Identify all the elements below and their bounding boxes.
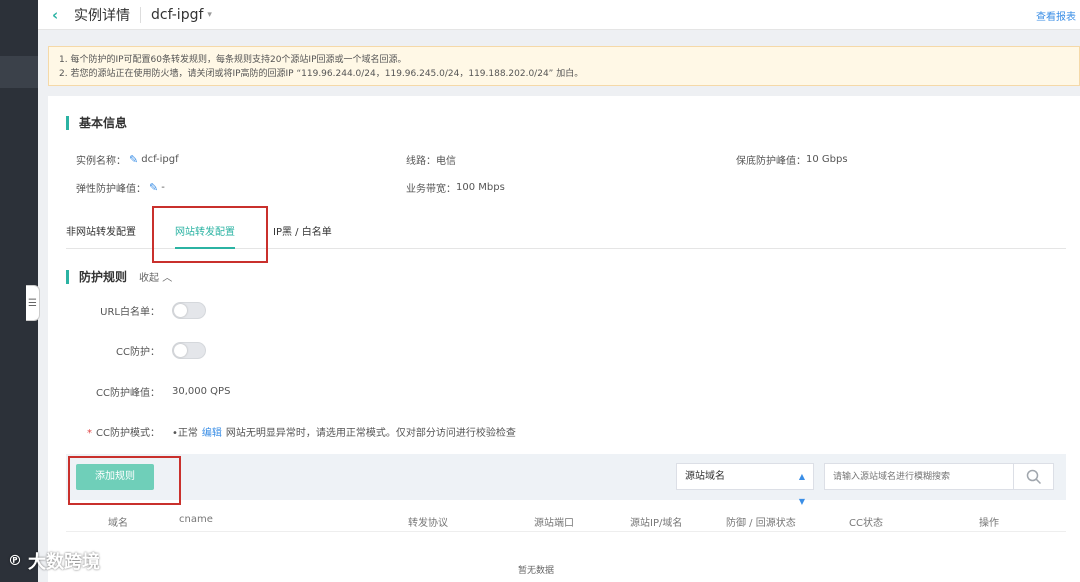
- bandwidth-label: 业务带宽：: [406, 184, 456, 195]
- notice-line-1: 1. 每个防护的IP可配置60条转发规则，每条规则支持20个源站IP回源或一个域…: [59, 55, 407, 65]
- edit-pencil-icon[interactable]: ✎: [129, 153, 138, 166]
- column-header-cc-status: CC状态: [849, 518, 883, 529]
- column-header-cname: cname: [179, 514, 213, 525]
- bandwidth-value: 100 Mbps: [456, 182, 505, 193]
- tab-non-website-forwarding[interactable]: 非网站转发配置: [66, 223, 136, 238]
- cc-mode-value: •正常: [172, 428, 198, 439]
- cc-protect-label: CC防护：: [116, 347, 160, 358]
- select-arrows-icon: ▲ ▼: [798, 472, 805, 506]
- column-header-protocol: 转发协议: [408, 518, 448, 529]
- column-header-defense-status: 防御 / 回源状态: [726, 518, 796, 529]
- search-icon: [1026, 469, 1041, 484]
- column-header-actions: 操作: [979, 518, 999, 529]
- cc-peak-value: 30,000 QPS: [172, 386, 231, 397]
- base-protect-value: 10 Gbps: [806, 154, 848, 165]
- sidebar-toggle-handle[interactable]: ☰: [26, 285, 40, 321]
- header-divider: [140, 6, 141, 23]
- page-title: 实例详情: [74, 7, 130, 24]
- notice-banner: 1. 每个防护的IP可配置60条转发规则，每条规则支持20个源站IP回源或一个域…: [48, 46, 1080, 86]
- column-header-domain: 域名: [108, 518, 128, 529]
- toggle-knob: [174, 304, 187, 317]
- url-whitelist-label: URL白名单：: [100, 307, 160, 318]
- section-accent-bar: [66, 115, 69, 130]
- base-protect-label: 保底防护峰值：: [736, 156, 806, 167]
- elastic-protect-label: 弹性防护峰值：: [76, 184, 146, 195]
- domain-search-input[interactable]: [824, 463, 1014, 490]
- rules-heading: 防护规则 收起 ︿: [66, 268, 172, 285]
- required-asterisk: *: [87, 428, 93, 439]
- column-header-origin-port: 源站端口: [534, 518, 574, 529]
- cc-protect-toggle[interactable]: [172, 342, 206, 359]
- sidebar-active-item[interactable]: [0, 56, 38, 88]
- cc-mode-description: 网站无明显异常时，请选用正常模式。仅对部分访问进行校验检查: [225, 428, 516, 439]
- cc-peak-label: CC防护峰值：: [96, 388, 160, 399]
- elastic-protect-field: 弹性防护峰值： ✎ -: [76, 180, 165, 195]
- edit-pencil-icon[interactable]: ✎: [149, 181, 158, 194]
- highlight-box-add-rule: [68, 456, 181, 505]
- back-chevron-icon[interactable]: ‹: [52, 6, 66, 24]
- tab-ip-black-white-list[interactable]: IP黑 / 白名单: [273, 223, 332, 238]
- toggle-knob: [174, 344, 187, 357]
- notice-line-2: 2. 若您的源站正在使用防火墙，请关闭或将IP高防的回源IP “119.96.2…: [59, 69, 584, 79]
- section-accent-bar: [66, 269, 69, 284]
- instance-name-value: dcf-ipgf: [141, 154, 179, 165]
- menu-icon: ☰: [28, 297, 37, 309]
- instance-name-label: 实例名称：: [76, 156, 126, 167]
- basic-info-heading: 基本信息: [66, 114, 127, 131]
- chevron-up-icon: ︿: [162, 273, 173, 284]
- instance-selector[interactable]: dcf-ipgf ▾: [151, 7, 212, 23]
- basic-info-title: 基本信息: [79, 116, 128, 130]
- instance-selector-value: dcf-ipgf: [151, 6, 204, 23]
- cc-peak-row: CC防护峰值： 30,000 QPS: [78, 384, 230, 399]
- brand-logo-icon: ℗: [8, 553, 22, 569]
- line-field: 线路： 电信: [406, 152, 456, 167]
- collapse-toggle[interactable]: 收起 ︿: [139, 269, 172, 284]
- cc-mode-label-wrap: * CC防护模式：: [78, 424, 160, 439]
- search-button[interactable]: [1014, 463, 1054, 490]
- line-value: 电信: [436, 156, 456, 167]
- cc-mode-edit-link[interactable]: 编辑: [202, 424, 222, 439]
- url-whitelist-toggle[interactable]: [172, 302, 206, 319]
- instance-name-field: 实例名称： ✎ dcf-ipgf: [76, 152, 179, 167]
- search-field-select[interactable]: 源站域名 ▲ ▼: [676, 463, 814, 506]
- empty-state: 暂无数据: [518, 566, 555, 576]
- cc-protect-row: CC防护：: [78, 342, 206, 359]
- watermark: ℗ 大数跨境: [8, 548, 100, 574]
- view-report-link[interactable]: 查看报表: [1036, 8, 1076, 23]
- bandwidth-field: 业务带宽： 100 Mbps: [406, 180, 505, 195]
- search-field-select-value: 源站域名: [685, 471, 725, 482]
- chevron-down-icon: ▾: [207, 9, 212, 20]
- elastic-protect-value: -: [161, 182, 165, 193]
- main-card: 基本信息 实例名称： ✎ dcf-ipgf 线路： 电信 保底防护峰值： 10 …: [48, 96, 1080, 582]
- highlight-box-tab: [152, 206, 268, 263]
- cc-mode-row: * CC防护模式： •正常 编辑 网站无明显异常时，请选用正常模式。仅对部分访问进…: [78, 424, 516, 439]
- rules-title: 防护规则: [79, 270, 128, 284]
- collapse-label: 收起: [139, 273, 160, 284]
- column-header-origin-ip: 源站IP/域名: [630, 518, 683, 529]
- base-protect-field: 保底防护峰值： 10 Gbps: [736, 152, 848, 167]
- url-whitelist-row: URL白名单：: [78, 302, 206, 319]
- watermark-brand: 大数跨境: [28, 552, 100, 573]
- rules-table-header: 域名 cname 转发协议 源站端口 源站IP/域名 防御 / 回源状态 CC状…: [66, 510, 1066, 532]
- cc-mode-label: CC防护模式：: [96, 428, 160, 439]
- rules-toolbar: 添加规则 源站域名 ▲ ▼: [66, 454, 1066, 506]
- line-label: 线路：: [406, 156, 436, 167]
- page-header: ‹ 实例详情 dcf-ipgf ▾ 查看报表: [38, 0, 1080, 30]
